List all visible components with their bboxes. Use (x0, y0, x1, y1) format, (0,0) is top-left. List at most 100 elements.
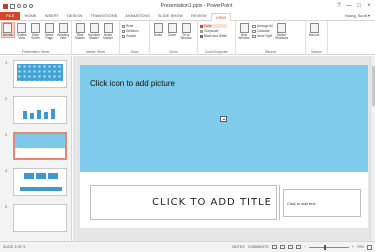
minimize-button[interactable]: — (346, 3, 352, 9)
account-name[interactable]: Young, Scott ▾ (344, 12, 375, 20)
handout-master-button[interactable]: Handout Master (88, 23, 100, 41)
group-label: Show (130, 50, 139, 54)
title-bar: Presentation1.pptx - PowerPoint ? — □ × (0, 0, 375, 12)
tab-file[interactable]: FILE (0, 12, 21, 20)
cascade-button[interactable]: Cascade (252, 29, 273, 33)
guides-checkbox[interactable]: Guides (122, 34, 139, 38)
slide-thumbnail-5[interactable]: 5 (0, 204, 72, 232)
slide-sorter-button[interactable]: Slide Sorter (30, 23, 42, 41)
notes-button[interactable]: Notes (152, 23, 164, 37)
notes-toggle[interactable]: NOTES (232, 245, 244, 249)
switch-windows-icon (277, 23, 287, 33)
fit-to-window-icon (181, 23, 191, 33)
gridlines-checkbox[interactable]: Gridlines (122, 29, 139, 33)
picture-band (15, 134, 65, 148)
zoom-out-icon[interactable]: − (304, 245, 306, 249)
slide-thumbnail-3[interactable]: 3 (0, 132, 72, 160)
slide-sorter-icon (30, 23, 40, 33)
slide-preview[interactable] (13, 168, 67, 196)
group-macros: Macros Macros (306, 21, 328, 55)
close-button[interactable]: × (366, 3, 372, 9)
slide-thumbnail-4[interactable]: 4 (0, 168, 72, 196)
tab-view[interactable]: VIEW (210, 13, 232, 21)
redo-icon[interactable] (23, 4, 27, 8)
vertical-scrollbar[interactable] (370, 56, 375, 241)
slideshow-status-icon[interactable] (295, 245, 301, 249)
group-presentation-views: Normal Outline View Slide Sorter Notes P… (0, 21, 72, 55)
slide-preview[interactable] (13, 96, 67, 124)
zoom-slider-knob[interactable] (324, 244, 327, 250)
tab-slide-show[interactable]: SLIDE SHOW (154, 12, 187, 20)
mini-bar (23, 111, 27, 119)
group-window: New Window Arrange All Cascade Move Spli… (236, 21, 306, 55)
zoom-slider[interactable] (308, 244, 349, 250)
tab-home[interactable]: HOME (20, 12, 40, 20)
tab-design[interactable]: DESIGN (63, 12, 86, 20)
pattern-graphic (17, 64, 63, 81)
tab-review[interactable]: REVIEW (187, 12, 211, 20)
fit-slide-icon[interactable] (367, 244, 372, 250)
slide-thumbnail-2[interactable]: 2 (0, 96, 72, 124)
mini-box (20, 187, 62, 191)
mini-box (48, 173, 58, 179)
notes-page-icon (44, 23, 54, 33)
picture-placeholder-text: Click icon to add picture (90, 79, 175, 88)
normal-view-button[interactable]: Normal (1, 21, 15, 39)
powerpoint-logo-icon (3, 3, 8, 9)
mini-box (24, 173, 34, 179)
start-slideshow-icon[interactable] (29, 4, 33, 8)
notes-master-icon (103, 23, 113, 33)
macros-button[interactable]: Macros (308, 23, 320, 37)
notes-page-button[interactable]: Notes Page (43, 23, 55, 41)
color-option[interactable]: Color (200, 24, 228, 28)
tab-transitions[interactable]: TRANSITIONS (86, 12, 121, 20)
tab-insert[interactable]: INSERT (40, 12, 63, 20)
slide-sorter-status-icon[interactable] (279, 245, 285, 249)
mini-bar (51, 109, 55, 119)
black-and-white-option[interactable]: Black and White (200, 34, 227, 38)
title-placeholder[interactable]: CLICK TO ADD TITLE (90, 185, 277, 220)
text-placeholder[interactable]: Click to add text (283, 189, 361, 217)
move-split-button[interactable]: Move Split (252, 34, 273, 38)
slide-preview[interactable] (13, 60, 67, 88)
ruler-checkbox[interactable]: Ruler (122, 24, 139, 28)
slide-thumbnail-1[interactable]: 1 (0, 60, 72, 88)
normal-view-icon (3, 23, 13, 33)
new-window-button[interactable]: New Window (238, 23, 250, 41)
switch-windows-button[interactable]: Switch Windows (275, 23, 289, 41)
status-controls: NOTES COMMENTS − + 79% (232, 244, 372, 250)
reading-view-button[interactable]: Reading View (57, 23, 69, 41)
ribbon-tabs: FILE HOME INSERT DESIGN TRANSITIONS ANIM… (0, 12, 375, 21)
current-slide[interactable]: Click icon to add picture CLICK TO ADD T… (80, 65, 368, 228)
comments-toggle[interactable]: COMMENTS (248, 245, 269, 249)
help-button[interactable]: ? (336, 3, 342, 9)
zoom-in-icon[interactable]: + (352, 245, 354, 249)
group-label: Window (264, 50, 277, 54)
tab-animations[interactable]: ANIMATIONS (121, 12, 154, 20)
normal-view-status-icon[interactable] (271, 245, 277, 249)
group-show: Ruler Gridlines Guides Show (120, 21, 150, 55)
move-split-icon (252, 34, 256, 38)
reading-view-status-icon[interactable] (287, 245, 293, 249)
group-label: Presentation Views (21, 50, 50, 54)
quick-access-toolbar (0, 3, 60, 9)
notes-master-button[interactable]: Notes Master (102, 23, 114, 41)
outline-view-button[interactable]: Outline View (16, 23, 28, 41)
zoom-button[interactable]: Zoom (166, 23, 178, 37)
zoom-level[interactable]: 79% (357, 245, 364, 249)
magnifier-icon (167, 23, 177, 33)
mini-bar (37, 110, 41, 119)
black-white-swatch-icon (200, 34, 203, 38)
save-icon[interactable] (10, 3, 15, 9)
maximize-button[interactable]: □ (356, 3, 362, 9)
arrange-all-button[interactable]: Arrange All (252, 24, 273, 28)
slide-thumbnails-panel: 1 2 3 4 5 (0, 56, 72, 241)
fit-to-window-button[interactable]: Fit to Window (180, 23, 192, 41)
slide-master-button[interactable]: Slide Master (74, 23, 86, 41)
grayscale-option[interactable]: Grayscale (200, 29, 227, 33)
insert-picture-icon[interactable] (220, 116, 227, 122)
slide-preview-selected[interactable] (13, 132, 67, 160)
undo-icon[interactable] (17, 4, 21, 8)
picture-placeholder[interactable]: Click icon to add picture (80, 65, 368, 172)
slide-preview[interactable] (13, 204, 67, 232)
